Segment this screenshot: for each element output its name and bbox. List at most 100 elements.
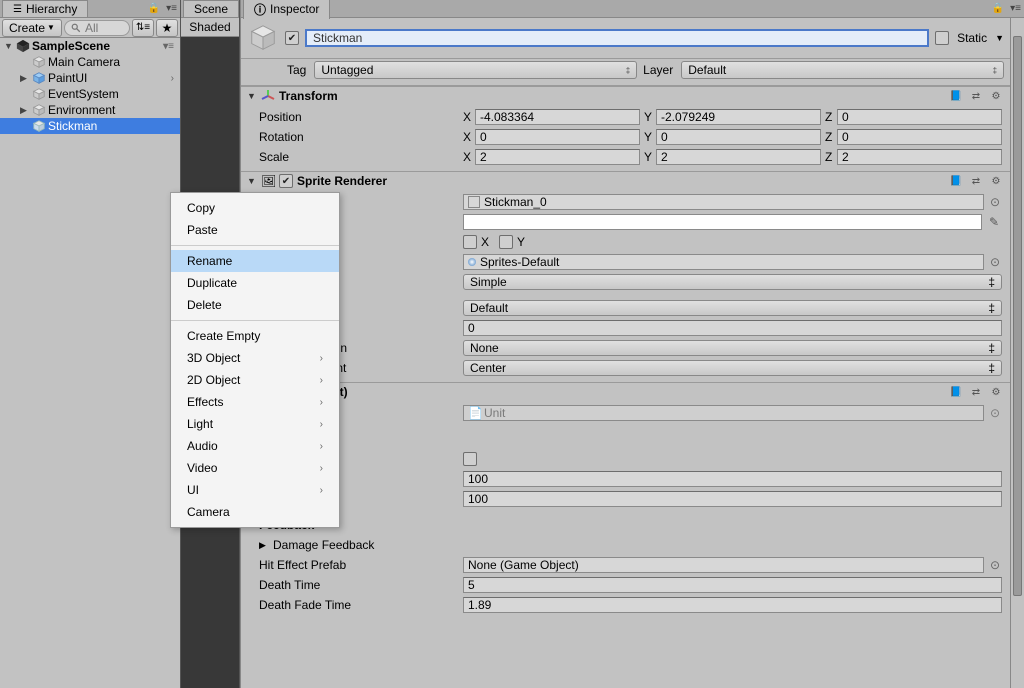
- panel-menu-icon[interactable]: ▾≡: [1010, 3, 1021, 14]
- scene-menu-icon[interactable]: ▾≡: [163, 41, 174, 52]
- gear-icon[interactable]: ⚙: [988, 385, 1004, 399]
- sr-enabled-checkbox[interactable]: [279, 174, 293, 188]
- scrollbar-thumb[interactable]: [1013, 36, 1022, 596]
- hierarchy-tab[interactable]: ☰ Hierarchy: [2, 0, 88, 17]
- transform-header[interactable]: ▼ Transform 📘 ⇄ ⚙: [241, 87, 1010, 105]
- tree-item-main-camera[interactable]: Main Camera: [0, 54, 180, 70]
- fold-icon[interactable]: ▼: [4, 41, 14, 51]
- object-picker-icon[interactable]: ⊙: [988, 558, 1002, 572]
- rot-y-input[interactable]: [656, 129, 821, 145]
- chevron-right-icon[interactable]: ›: [171, 73, 174, 84]
- rot-x-input[interactable]: [475, 129, 640, 145]
- static-checkbox[interactable]: [935, 31, 949, 45]
- tree-item-environment[interactable]: ▶ Environment: [0, 102, 180, 118]
- ctx-video[interactable]: Video›: [171, 457, 339, 479]
- ctx-delete[interactable]: Delete: [171, 294, 339, 316]
- preset-icon[interactable]: ⇄: [968, 89, 984, 103]
- ctx-create-empty[interactable]: Create Empty: [171, 325, 339, 347]
- expand-icon[interactable]: ▶: [20, 73, 30, 84]
- eyedropper-icon[interactable]: ✎: [986, 214, 1002, 230]
- pos-x-input[interactable]: [475, 109, 640, 125]
- expand-icon[interactable]: ▶: [20, 105, 30, 116]
- ctx-duplicate[interactable]: Duplicate: [171, 272, 339, 294]
- gear-icon[interactable]: ⚙: [988, 174, 1004, 188]
- expand-icon[interactable]: ▶: [259, 540, 269, 551]
- shaded-dropdown[interactable]: Shaded: [181, 18, 239, 37]
- hit-effect-field[interactable]: None (Game Object): [463, 557, 984, 573]
- damage-feedback-row[interactable]: ▶ Damage Feedback: [259, 535, 1002, 555]
- death-time-input[interactable]: [463, 577, 1002, 593]
- ctx-copy[interactable]: Copy: [171, 197, 339, 219]
- lock-icon[interactable]: 🔒: [148, 3, 160, 14]
- separator: [171, 320, 339, 321]
- tag-label: Tag: [287, 63, 306, 77]
- sorting-layer-dropdown[interactable]: Default‡: [463, 300, 1002, 316]
- tree-item-eventsystem[interactable]: EventSystem: [0, 86, 180, 102]
- ctx-effects[interactable]: Effects›: [171, 391, 339, 413]
- type-button[interactable]: ★: [156, 19, 178, 37]
- pos-y-input[interactable]: [656, 109, 821, 125]
- ctx-camera[interactable]: Camera: [171, 501, 339, 523]
- tree-item-paintui[interactable]: ▶ PaintUI ›: [0, 70, 180, 86]
- draw-mode-dropdown[interactable]: Simple‡: [463, 274, 1002, 290]
- scene-row[interactable]: ▼ SampleScene ▾≡: [0, 38, 180, 54]
- gear-icon[interactable]: ⚙: [988, 89, 1004, 103]
- ctx-3d-object[interactable]: 3D Object›: [171, 347, 339, 369]
- material-field[interactable]: Sprites-Default: [463, 254, 984, 270]
- item-label: PaintUI: [48, 71, 87, 85]
- inspector-tab[interactable]: ⓘ Inspector: [243, 0, 330, 19]
- flip-y-checkbox[interactable]: [499, 235, 513, 249]
- layer-dropdown[interactable]: Default ‡: [681, 61, 1004, 79]
- health-input[interactable]: [463, 471, 1002, 487]
- ctx-rename[interactable]: Rename: [171, 250, 339, 272]
- inspector-tabrow: ⓘ Inspector 🔒 ▾≡: [241, 0, 1024, 18]
- color-field[interactable]: [463, 214, 982, 230]
- object-picker-icon[interactable]: ⊙: [988, 255, 1002, 269]
- help-icon[interactable]: 📘: [948, 89, 964, 103]
- ctx-audio[interactable]: Audio›: [171, 435, 339, 457]
- ctx-light[interactable]: Light›: [171, 413, 339, 435]
- scl-x-input[interactable]: [475, 149, 640, 165]
- inspector-scrollbar[interactable]: [1010, 18, 1024, 688]
- flip-x-checkbox[interactable]: [463, 235, 477, 249]
- death-fade-label: Death Fade Time: [259, 598, 459, 612]
- create-button[interactable]: Create ▼: [2, 19, 62, 37]
- rot-z-input[interactable]: [837, 129, 1002, 145]
- chevron-down-icon[interactable]: ▼: [995, 33, 1004, 43]
- gameobject-icon[interactable]: [247, 22, 279, 54]
- ctx-ui[interactable]: UI›: [171, 479, 339, 501]
- submenu-icon: ›: [320, 397, 323, 408]
- help-icon[interactable]: 📘: [948, 385, 964, 399]
- unit-header[interactable]: ▼ c# Unit (Script) 📘 ⇄ ⚙: [241, 383, 1010, 401]
- tree-item-stickman[interactable]: Stickman: [0, 118, 180, 134]
- help-icon[interactable]: 📘: [948, 174, 964, 188]
- sprite-field[interactable]: Stickman_0: [463, 194, 984, 210]
- tag-dropdown[interactable]: Untagged ‡: [314, 61, 637, 79]
- sprite-sort-dropdown[interactable]: Center‡: [463, 360, 1002, 376]
- active-checkbox[interactable]: [285, 31, 299, 45]
- chevron-updown-icon: ‡: [993, 66, 997, 75]
- death-fade-input[interactable]: [463, 597, 1002, 613]
- pos-z-input[interactable]: [837, 109, 1002, 125]
- mask-dropdown[interactable]: None‡: [463, 340, 1002, 356]
- sr-header[interactable]: ▼ 🖼 Sprite Renderer 📘 ⇄ ⚙: [241, 172, 1010, 190]
- gameobject-name-input[interactable]: [305, 29, 929, 47]
- scl-y-input[interactable]: [656, 149, 821, 165]
- scene-tabrow: Scene: [181, 0, 239, 18]
- scl-z-input[interactable]: [837, 149, 1002, 165]
- invulnerable-checkbox[interactable]: [463, 452, 477, 466]
- preset-icon[interactable]: ⇄: [968, 385, 984, 399]
- fold-icon[interactable]: ▼: [247, 91, 257, 101]
- preset-icon[interactable]: ⇄: [968, 174, 984, 188]
- fold-icon[interactable]: ▼: [247, 176, 257, 186]
- ctx-2d-object[interactable]: 2D Object›: [171, 369, 339, 391]
- scene-tab[interactable]: Scene: [183, 0, 239, 17]
- ctx-paste[interactable]: Paste: [171, 219, 339, 241]
- search-input[interactable]: All: [64, 20, 130, 36]
- filter-button[interactable]: ⇅≡: [132, 19, 154, 37]
- panel-menu-icon[interactable]: ▾≡: [166, 3, 177, 14]
- object-picker-icon[interactable]: ⊙: [988, 195, 1002, 209]
- lock-icon[interactable]: 🔒: [992, 3, 1004, 14]
- max-health-input[interactable]: [463, 491, 1002, 507]
- order-input[interactable]: [463, 320, 1002, 336]
